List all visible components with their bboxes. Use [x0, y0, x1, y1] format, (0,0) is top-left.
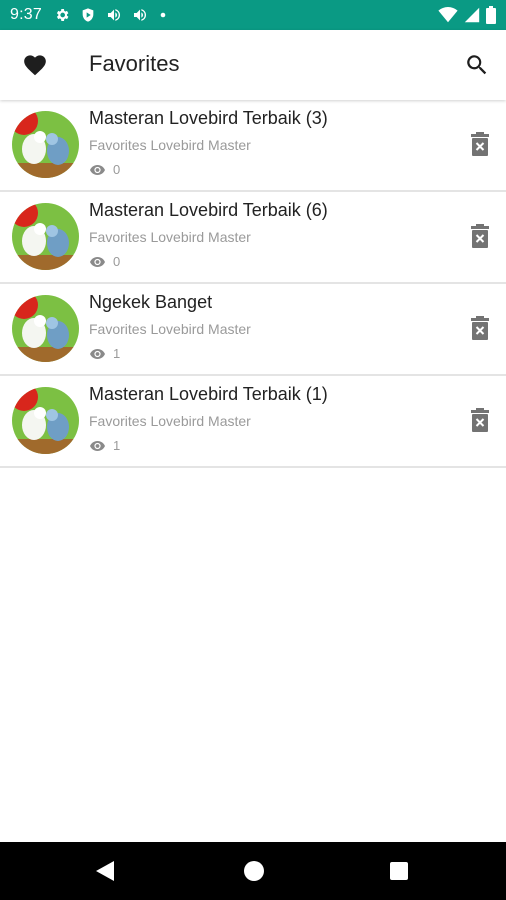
volume-icon [133, 9, 147, 21]
gear-icon [56, 9, 69, 21]
view-count-value: 1 [113, 438, 121, 453]
volume-icon [107, 9, 121, 21]
wifi-icon [438, 7, 458, 23]
view-count-value: 0 [113, 162, 121, 177]
list-item[interactable]: Masteran Lovebird Terbaik (1) Favorites … [0, 376, 506, 468]
eye-icon [90, 256, 105, 267]
favorite-subtitle: Favorites Lovebird Master [89, 229, 251, 245]
lovebird-thumbnail [12, 387, 79, 454]
favorites-list: Masteran Lovebird Terbaik (3) Favorites … [0, 100, 506, 468]
battery-icon [486, 6, 496, 24]
home-icon[interactable] [244, 861, 264, 881]
eye-icon [90, 164, 105, 175]
favorite-title: Masteran Lovebird Terbaik (1) [89, 384, 328, 404]
status-bar: 9:37 [0, 0, 506, 30]
lovebird-thumbnail [12, 111, 79, 178]
list-item[interactable]: Masteran Lovebird Terbaik (6) Favorites … [0, 192, 506, 284]
system-nav-bar [0, 842, 506, 900]
trash-icon[interactable] [470, 408, 490, 432]
view-count: 1 [90, 438, 120, 453]
trash-icon[interactable] [470, 132, 490, 156]
view-count: 0 [90, 254, 120, 269]
status-time: 9:37 [10, 6, 42, 23]
signal-icon [464, 7, 480, 23]
favorite-title: Masteran Lovebird Terbaik (6) [89, 200, 328, 220]
eye-icon [90, 440, 105, 451]
page-title: Favorites [89, 51, 180, 76]
eye-icon [90, 348, 105, 359]
lovebird-thumbnail [12, 295, 79, 362]
favorite-title: Masteran Lovebird Terbaik (3) [89, 108, 328, 128]
view-count-value: 1 [113, 346, 121, 361]
favorite-subtitle: Favorites Lovebird Master [89, 321, 251, 337]
list-item[interactable]: Masteran Lovebird Terbaik (3) Favorites … [0, 100, 506, 192]
search-icon[interactable] [464, 52, 490, 78]
favorite-subtitle: Favorites Lovebird Master [89, 413, 251, 429]
list-item[interactable]: Ngekek Banget Favorites Lovebird Master … [0, 284, 506, 376]
heart-icon [24, 55, 46, 76]
lovebird-thumbnail [12, 203, 79, 270]
favorite-title: Ngekek Banget [89, 292, 213, 312]
back-icon[interactable] [96, 861, 114, 881]
dot-icon [160, 12, 166, 18]
recents-icon[interactable] [390, 862, 408, 880]
favorite-subtitle: Favorites Lovebird Master [89, 137, 251, 153]
trash-icon[interactable] [470, 316, 490, 340]
view-count: 0 [90, 162, 120, 177]
shield-icon [82, 8, 94, 22]
trash-icon[interactable] [470, 224, 490, 248]
app-bar: Favorites [0, 30, 506, 100]
view-count-value: 0 [113, 254, 121, 269]
view-count: 1 [90, 346, 120, 361]
